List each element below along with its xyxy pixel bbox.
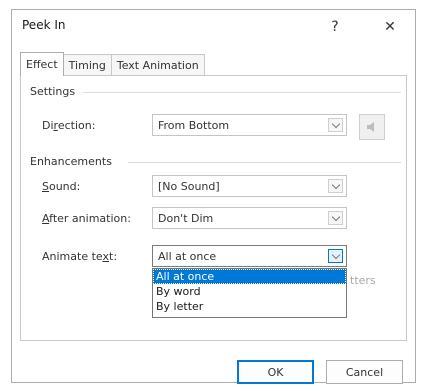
sound-dropdown-arrow[interactable] xyxy=(328,179,343,193)
tab-timing[interactable]: Timing xyxy=(62,54,112,76)
sound-dropdown[interactable]: [No Sound] xyxy=(152,175,347,197)
option-by-word[interactable]: By word xyxy=(153,284,346,299)
direction-dropdown-arrow[interactable] xyxy=(328,118,343,132)
animate-text-dropdown-arrow[interactable] xyxy=(328,249,343,263)
after-animation-value: Don't Dim xyxy=(158,212,214,225)
tab-text-animation[interactable]: Text Animation xyxy=(110,54,205,76)
sound-value: [No Sound] xyxy=(158,180,220,193)
option-all-at-once[interactable]: All at once xyxy=(153,269,346,284)
option-by-letter[interactable]: By letter xyxy=(153,299,346,314)
after-animation-label: After animation: xyxy=(42,212,131,225)
animate-text-value: All at once xyxy=(158,250,217,263)
dialog-title: Peek In xyxy=(22,18,66,32)
partially-hidden-text: tters xyxy=(350,274,376,287)
cancel-button[interactable]: Cancel xyxy=(326,360,403,384)
tab-strip: Effect Timing Text Animation xyxy=(20,52,205,76)
close-icon: ✕ xyxy=(384,19,396,35)
chevron-down-icon xyxy=(331,212,340,221)
animate-text-dropdown[interactable]: All at once xyxy=(152,245,347,267)
after-animation-dropdown-arrow[interactable] xyxy=(328,211,343,225)
ok-button[interactable]: OK xyxy=(237,360,314,384)
peek-in-dialog: Peek In ? ✕ Effect Timing Text Animation… xyxy=(11,9,416,384)
effect-panel: Settings Direction: From Bottom Enhancem… xyxy=(20,75,407,341)
speaker-icon xyxy=(367,122,374,132)
enhancements-group-label: Enhancements xyxy=(30,155,112,168)
after-animation-dropdown[interactable]: Don't Dim xyxy=(152,207,347,229)
settings-group-label: Settings xyxy=(30,85,76,98)
help-button[interactable]: ? xyxy=(322,15,348,39)
direction-value: From Bottom xyxy=(158,119,230,132)
animate-text-options-list: All at once By word By letter xyxy=(152,268,347,318)
tab-effect[interactable]: Effect xyxy=(20,52,64,76)
direction-dropdown[interactable]: From Bottom xyxy=(152,114,347,136)
sound-preview-button[interactable] xyxy=(359,114,385,140)
chevron-down-icon xyxy=(331,180,340,189)
chevron-down-icon xyxy=(331,250,340,259)
animate-text-label: Animate text: xyxy=(42,250,118,263)
settings-divider xyxy=(83,92,401,93)
direction-label: Direction: xyxy=(42,119,96,132)
close-button[interactable]: ✕ xyxy=(377,15,403,39)
title-bar: Peek In ? ✕ xyxy=(12,10,415,46)
sound-label: Sound: xyxy=(42,180,81,193)
chevron-down-icon xyxy=(331,119,340,128)
enhancements-divider xyxy=(128,162,401,163)
